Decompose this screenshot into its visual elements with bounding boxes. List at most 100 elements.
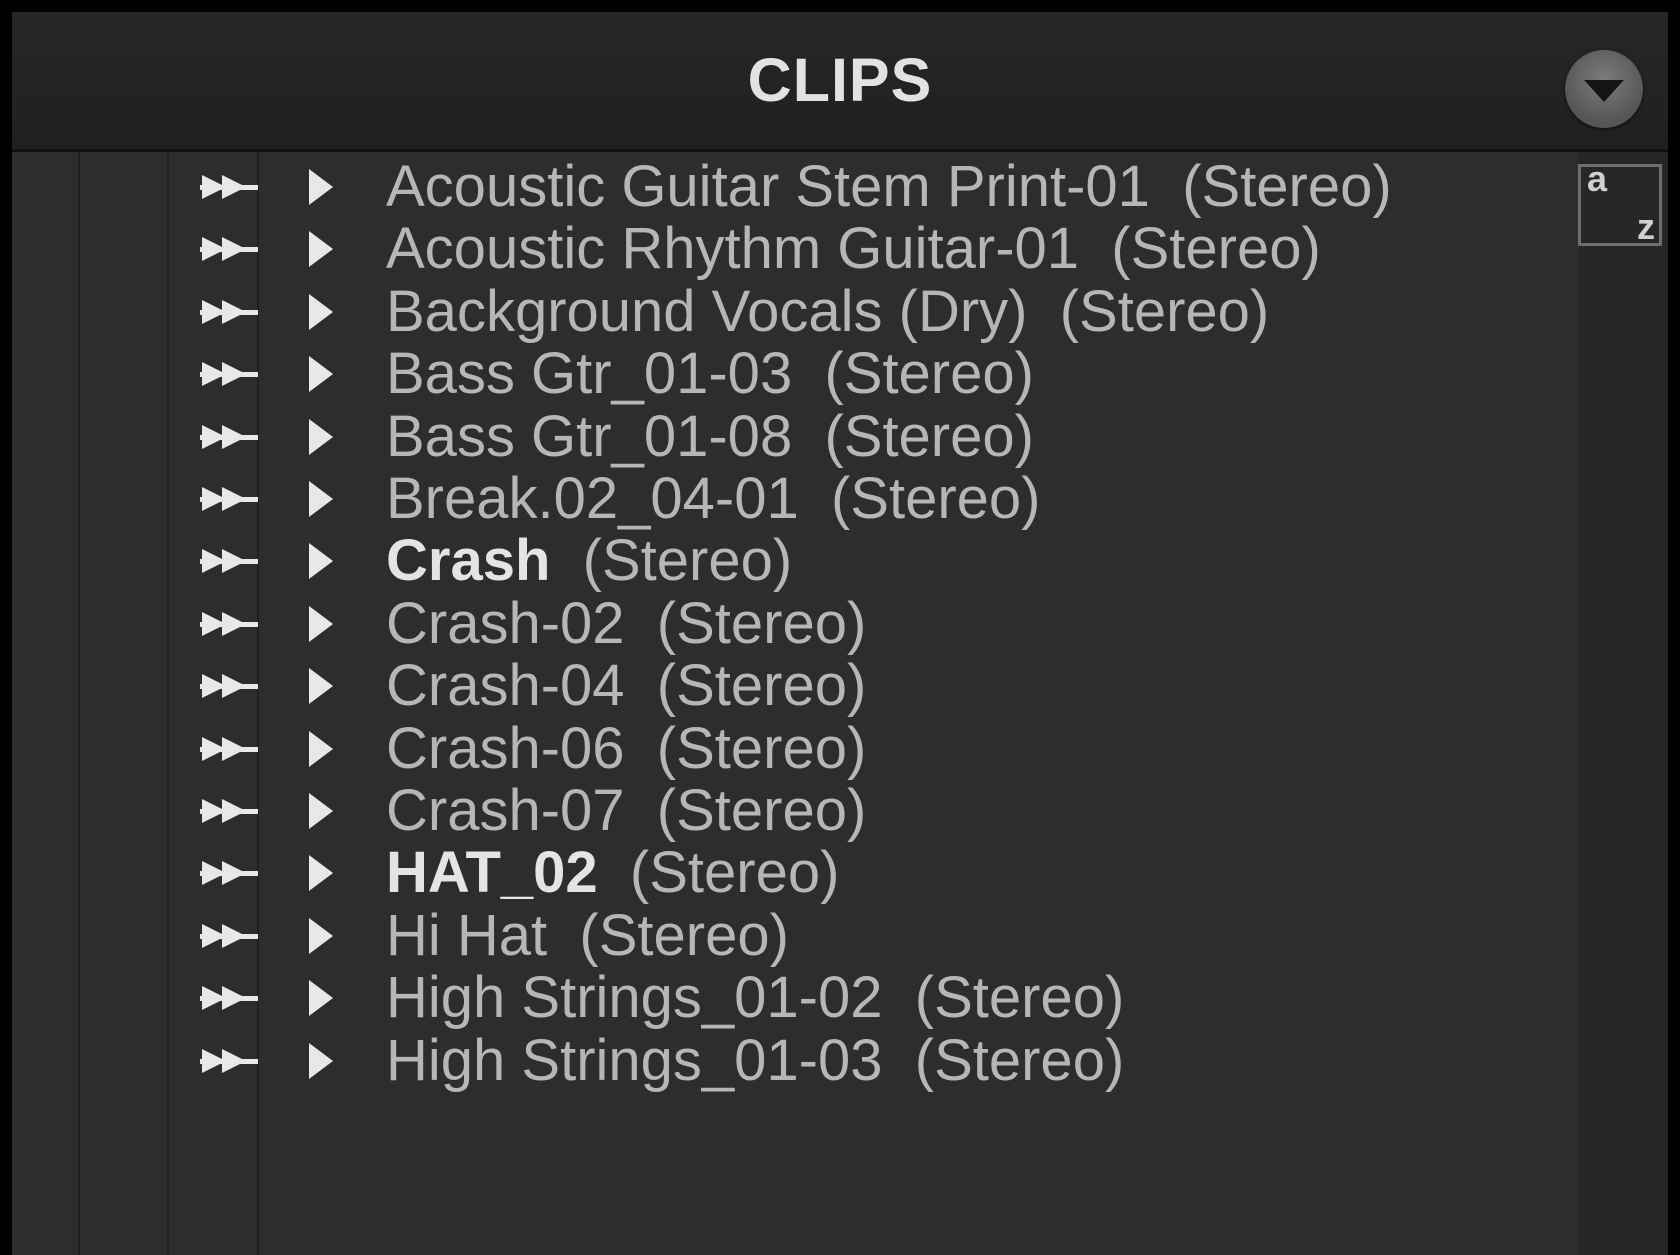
- clip-row[interactable]: Acoustic Guitar Stem Print-01 (Stereo): [12, 154, 1572, 220]
- clip-channel-format: (Stereo): [824, 403, 1034, 469]
- clip-name-text: Crash-04: [386, 653, 625, 719]
- disclosure-triangle-icon[interactable]: [305, 792, 337, 830]
- clip-channel-format: (Stereo): [656, 778, 867, 843]
- clip-row[interactable]: HAT_02 (Stereo): [12, 840, 1572, 906]
- double-arrow-drag-icon[interactable]: [200, 673, 260, 699]
- clip-channel-format: (Stereo): [1111, 216, 1321, 282]
- double-arrow-drag-icon[interactable]: [200, 985, 260, 1011]
- double-arrow-drag-icon[interactable]: [200, 548, 260, 574]
- double-arrow-drag-icon[interactable]: [200, 798, 260, 824]
- clip-channel-format: (Stereo): [656, 653, 867, 719]
- chevron-down-icon: [1584, 80, 1624, 102]
- double-arrow-drag-icon[interactable]: [200, 424, 260, 450]
- clip-channel-format: (Stereo): [656, 590, 867, 656]
- clip-row[interactable]: Crash-04 (Stereo): [12, 653, 1572, 719]
- clip-row[interactable]: High Strings_01-03 (Stereo): [12, 1028, 1572, 1094]
- clip-channel-format: (Stereo): [830, 466, 1041, 531]
- clips-menu-button[interactable]: [1565, 50, 1643, 128]
- disclosure-triangle-icon[interactable]: [305, 542, 337, 580]
- clip-name: Crash-02 (Stereo): [386, 591, 866, 657]
- disclosure-triangle-icon[interactable]: [305, 979, 337, 1017]
- clip-channel-format: (Stereo): [1182, 154, 1392, 219]
- clip-channel-format: (Stereo): [656, 715, 867, 781]
- disclosure-triangle-icon[interactable]: [305, 730, 337, 768]
- disclosure-triangle-icon[interactable]: [305, 854, 337, 892]
- disclosure-triangle-icon[interactable]: [305, 605, 337, 643]
- clip-channel-format: (Stereo): [914, 1027, 1125, 1093]
- disclosure-triangle-icon[interactable]: [305, 1042, 337, 1080]
- disclosure-triangle-icon[interactable]: [305, 480, 337, 518]
- clip-name-text: Crash-07: [386, 778, 625, 843]
- disclosure-triangle-icon[interactable]: [305, 418, 337, 456]
- double-arrow-drag-icon[interactable]: [200, 611, 260, 637]
- clip-row[interactable]: Crash-02 (Stereo): [12, 591, 1572, 657]
- clip-row[interactable]: Crash-06 (Stereo): [12, 716, 1572, 782]
- double-arrow-drag-icon[interactable]: [200, 486, 260, 512]
- clip-row[interactable]: Break.02_04-01 (Stereo): [12, 466, 1572, 532]
- clip-name: Crash-06 (Stereo): [386, 716, 866, 782]
- clip-name: High Strings_01-02 (Stereo): [386, 965, 1124, 1031]
- sort-letter-z: z: [1637, 206, 1655, 247]
- clip-row[interactable]: High Strings_01-02 (Stereo): [12, 965, 1572, 1031]
- clip-name: Break.02_04-01 (Stereo): [386, 466, 1041, 532]
- clip-name-text: Break.02_04-01: [386, 466, 799, 531]
- disclosure-triangle-icon[interactable]: [305, 917, 337, 955]
- clip-channel-format: (Stereo): [914, 965, 1125, 1031]
- clip-name-text: Background Vocals (Dry): [386, 278, 1028, 344]
- clip-name-text: Crash-02: [386, 590, 625, 656]
- clip-name-text: Bass Gtr_01-03: [386, 341, 793, 407]
- clips-window: CLIPS a z Acoustic Guitar Stem Print-01 …: [12, 12, 1668, 1255]
- disclosure-triangle-icon[interactable]: [305, 293, 337, 331]
- sort-alphabetical-button[interactable]: a z: [1578, 158, 1662, 247]
- clip-channel-format: (Stereo): [579, 902, 789, 968]
- disclosure-triangle-icon[interactable]: [305, 168, 337, 206]
- clip-name-text: Hi Hat: [386, 902, 548, 968]
- double-arrow-drag-icon[interactable]: [200, 736, 260, 762]
- clip-row[interactable]: Acoustic Rhythm Guitar-01 (Stereo): [12, 216, 1572, 282]
- clip-row[interactable]: Hi Hat (Stereo): [12, 903, 1572, 969]
- double-arrow-drag-icon[interactable]: [200, 1048, 260, 1074]
- clip-channel-format: (Stereo): [824, 341, 1034, 407]
- clip-name-text: High Strings_01-03: [386, 1027, 883, 1093]
- clip-name-text: Crash-06: [386, 715, 625, 781]
- disclosure-triangle-icon[interactable]: [305, 355, 337, 393]
- double-arrow-drag-icon[interactable]: [200, 923, 260, 949]
- clip-name-text: Acoustic Guitar Stem Print-01: [386, 154, 1150, 219]
- clip-name: HAT_02 (Stereo): [386, 840, 839, 906]
- clips-title: CLIPS: [747, 46, 933, 114]
- double-arrow-drag-icon[interactable]: [200, 174, 260, 200]
- clip-name-text: HAT_02: [386, 840, 598, 906]
- double-arrow-drag-icon[interactable]: [200, 860, 260, 886]
- double-arrow-drag-icon[interactable]: [200, 361, 260, 387]
- sort-strip: [1578, 152, 1668, 1255]
- clip-name: Background Vocals (Dry) (Stereo): [386, 279, 1269, 345]
- clip-name: Crash-04 (Stereo): [386, 653, 866, 719]
- disclosure-triangle-icon[interactable]: [305, 667, 337, 705]
- clip-name: Bass Gtr_01-03 (Stereo): [386, 341, 1034, 407]
- clip-row[interactable]: Crash-07 (Stereo): [12, 778, 1572, 844]
- clip-row[interactable]: Background Vocals (Dry) (Stereo): [12, 279, 1572, 345]
- clip-name: Hi Hat (Stereo): [386, 903, 789, 969]
- double-arrow-drag-icon[interactable]: [200, 299, 260, 325]
- sort-letter-a: a: [1587, 158, 1608, 199]
- clip-name: Bass Gtr_01-08 (Stereo): [386, 404, 1034, 470]
- clip-name: Crash (Stereo): [386, 528, 792, 594]
- clip-name: Acoustic Rhythm Guitar-01 (Stereo): [386, 216, 1321, 282]
- clip-channel-format: (Stereo): [582, 528, 793, 594]
- clip-row[interactable]: Bass Gtr_01-08 (Stereo): [12, 404, 1572, 470]
- clip-name-text: Crash: [386, 528, 551, 594]
- clips-list[interactable]: a z Acoustic Guitar Stem Print-01 (Stere…: [12, 152, 1668, 1255]
- double-arrow-drag-icon[interactable]: [200, 236, 260, 262]
- clip-channel-format: (Stereo): [629, 840, 840, 906]
- clip-name: High Strings_01-03 (Stereo): [386, 1028, 1124, 1094]
- disclosure-triangle-icon[interactable]: [305, 230, 337, 268]
- clip-row[interactable]: Bass Gtr_01-03 (Stereo): [12, 341, 1572, 407]
- clip-name-text: Acoustic Rhythm Guitar-01: [386, 216, 1080, 282]
- clip-name: Acoustic Guitar Stem Print-01 (Stereo): [386, 154, 1392, 220]
- clip-name-text: Bass Gtr_01-08: [386, 403, 793, 469]
- clip-name-text: High Strings_01-02: [386, 965, 883, 1031]
- clip-name: Crash-07 (Stereo): [386, 778, 866, 844]
- clips-header: CLIPS: [12, 12, 1668, 152]
- clip-channel-format: (Stereo): [1059, 278, 1270, 344]
- clip-row[interactable]: Crash (Stereo): [12, 528, 1572, 594]
